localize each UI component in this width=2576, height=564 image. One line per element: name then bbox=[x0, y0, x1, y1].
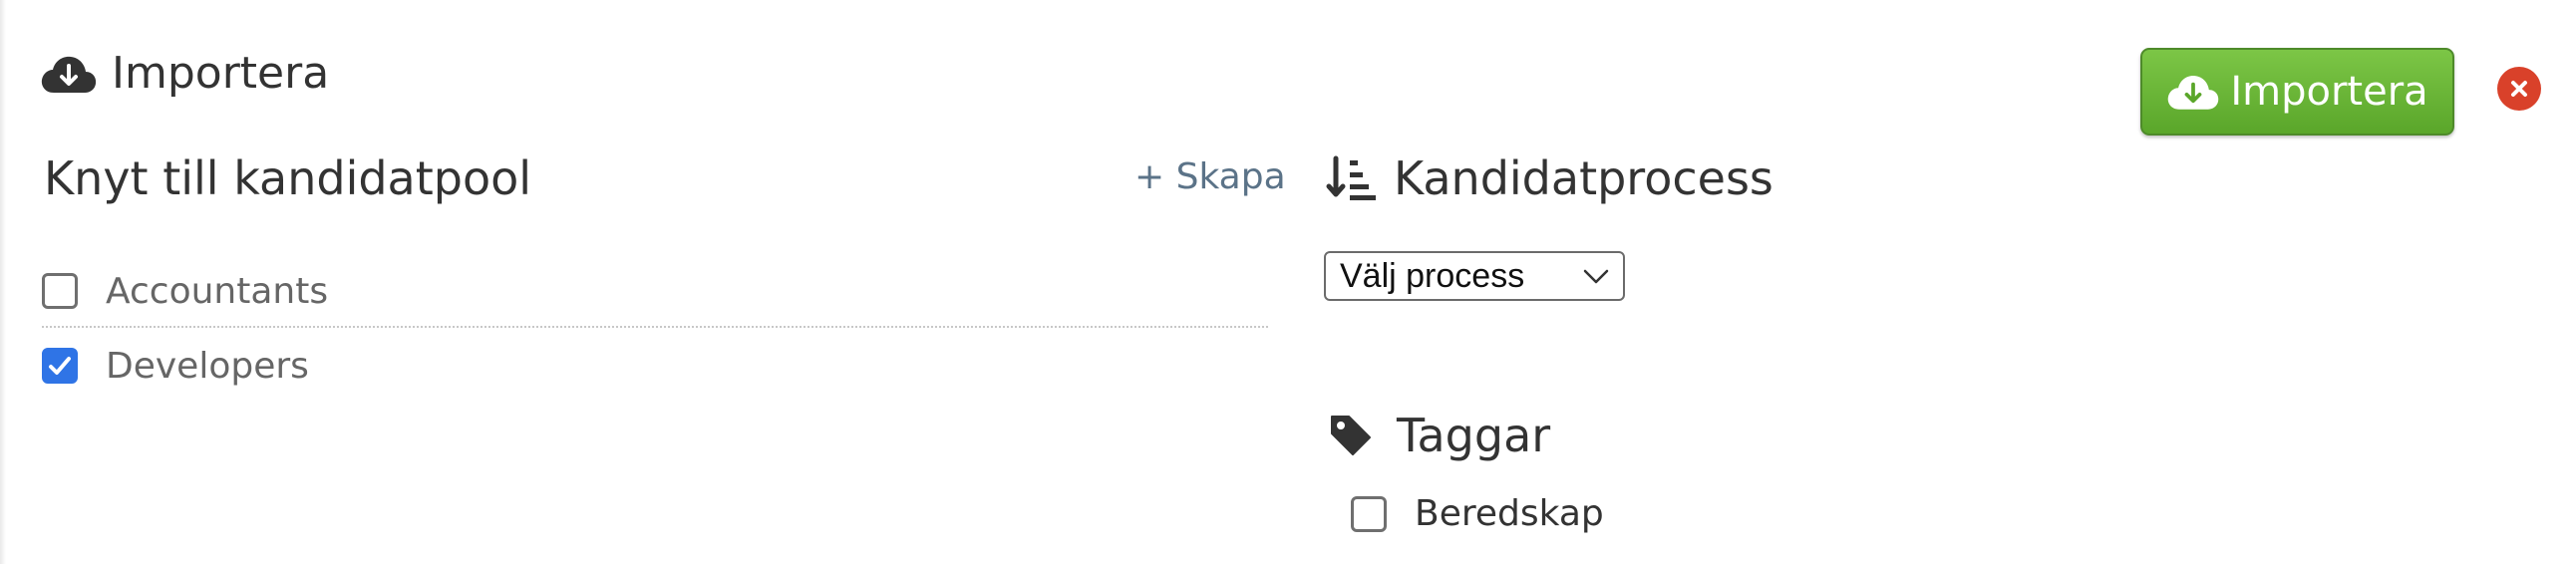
tag-item[interactable]: Beredskap bbox=[1351, 493, 1604, 534]
import-button-label: Importera bbox=[2230, 69, 2428, 115]
page-title: Importera bbox=[40, 48, 329, 99]
tag-checkbox-beredskap[interactable] bbox=[1351, 495, 1387, 532]
process-heading: Kandidatprocess bbox=[1326, 151, 1773, 205]
tag-icon bbox=[1331, 416, 1371, 455]
tag-item-label: Beredskap bbox=[1415, 493, 1604, 534]
list-item[interactable]: Accountants bbox=[42, 256, 1268, 328]
panel-edge-shadow bbox=[0, 0, 6, 564]
process-select[interactable]: Välj process bbox=[1324, 251, 1625, 301]
process-heading-text: Kandidatprocess bbox=[1394, 151, 1773, 205]
create-pool-link[interactable]: + Skapa bbox=[1134, 156, 1286, 197]
close-icon bbox=[2511, 81, 2527, 97]
process-select-value: Välj process bbox=[1340, 256, 1525, 295]
tags-heading-text: Taggar bbox=[1397, 409, 1551, 462]
tags-heading: Taggar bbox=[1329, 409, 1550, 462]
list-item-label: Developers bbox=[106, 345, 309, 387]
chevron-down-icon bbox=[1583, 269, 1609, 284]
sort-descending-icon bbox=[1326, 155, 1376, 200]
list-item-label: Accountants bbox=[106, 270, 329, 312]
page-title-text: Importera bbox=[112, 48, 330, 99]
pool-checkbox-accountants[interactable] bbox=[42, 273, 78, 309]
cloud-download-icon bbox=[2168, 76, 2219, 110]
list-item[interactable]: Developers bbox=[42, 331, 1268, 401]
checkmark-icon bbox=[49, 357, 71, 375]
close-button[interactable] bbox=[2497, 67, 2541, 111]
pool-checkbox-developers[interactable] bbox=[42, 348, 78, 384]
cloud-download-icon bbox=[41, 56, 97, 93]
candidate-pool-heading: Knyt till kandidatpool bbox=[44, 151, 532, 205]
import-button[interactable]: Importera bbox=[2140, 48, 2454, 136]
